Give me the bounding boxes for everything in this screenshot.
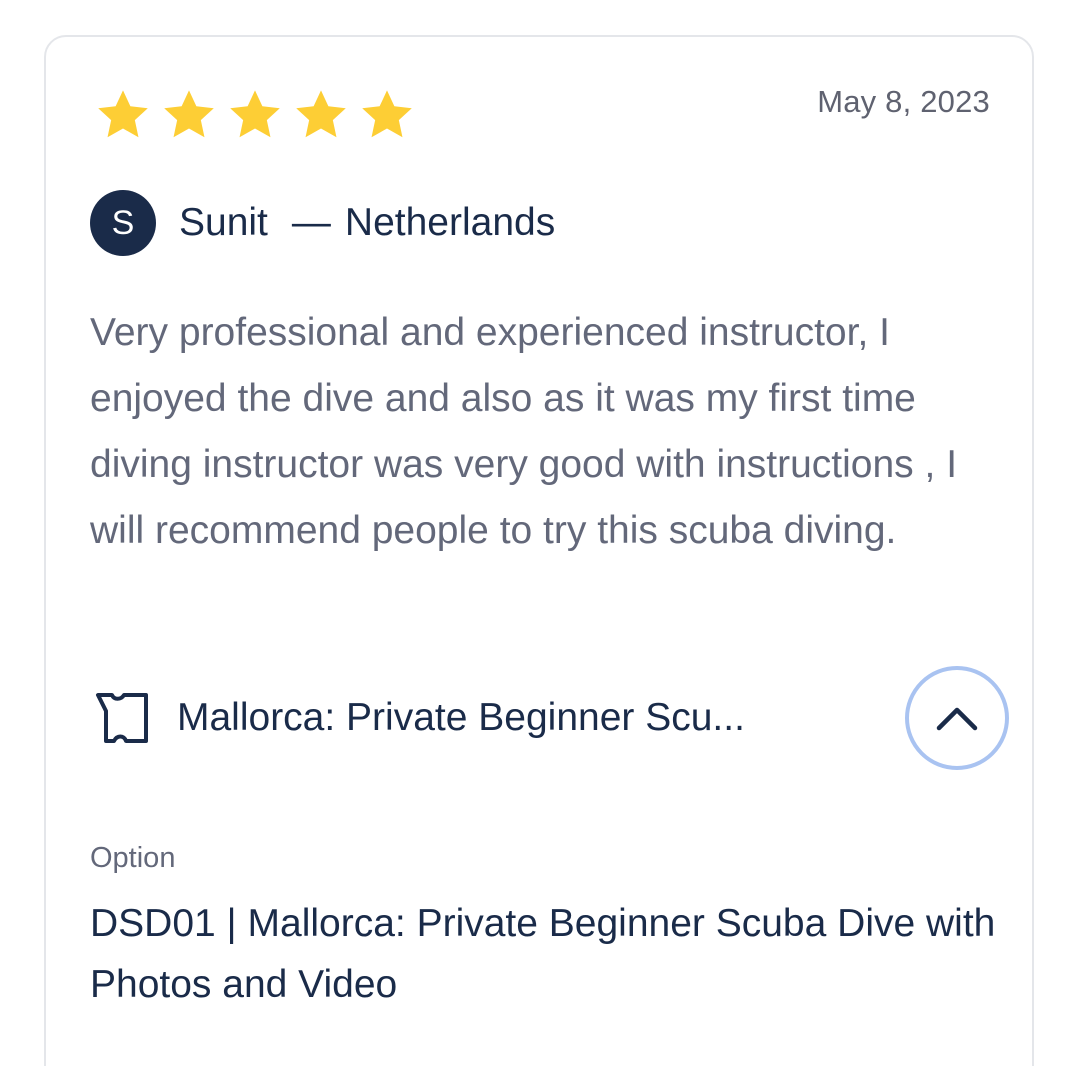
star-icon — [230, 90, 280, 138]
activity-title[interactable]: Mallorca: Private Beginner Scu... — [177, 696, 745, 740]
star-icon — [362, 90, 412, 138]
star-rating — [93, 86, 417, 144]
review-text: Very professional and experienced instru… — [90, 311, 958, 552]
reviewer-separator: — — [291, 201, 331, 244]
review-date: May 8, 2023 — [817, 84, 990, 119]
activity-link[interactable]: Mallorca: Private Beginner Scu... — [93, 688, 745, 748]
reviewer-info: S Sunit — Netherlands — [90, 190, 555, 256]
option-value: DSD01 | Mallorca: Private Beginner Scuba… — [90, 902, 996, 1006]
collapse-button[interactable] — [905, 666, 1009, 770]
reviewer-name: Sunit — [179, 201, 268, 244]
ticket-icon — [96, 693, 148, 743]
star-icon — [164, 90, 214, 138]
star-icon — [296, 90, 346, 138]
avatar: S — [90, 190, 156, 256]
reviewer-country: Netherlands — [344, 201, 556, 244]
star-icon — [98, 90, 148, 138]
chevron-up-icon — [936, 707, 978, 731]
option-label: Option — [90, 842, 176, 874]
